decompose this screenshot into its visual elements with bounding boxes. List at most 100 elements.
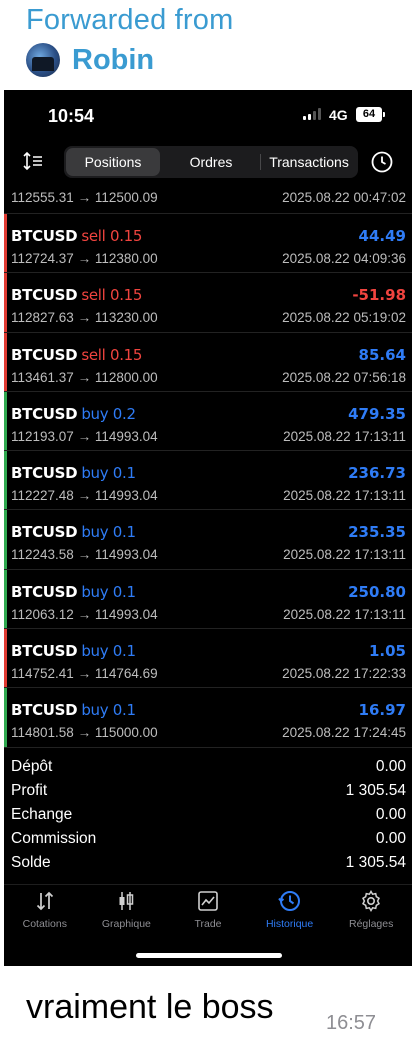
loss-accent-bar bbox=[4, 214, 7, 273]
segmented-control: Positions Ordres Transactions bbox=[64, 146, 358, 178]
trade-time: 2025.08.22 00:47:02 bbox=[282, 190, 406, 205]
home-indicator bbox=[136, 953, 282, 958]
list-item[interactable]: BTCUSD buy 0.1 235.35 112243.58 → 114993.… bbox=[4, 510, 412, 570]
tab-label: Graphique bbox=[101, 918, 151, 930]
bottom-tab-bar: Cotations Graphique Trade Historique Rég… bbox=[4, 884, 412, 940]
screenshot-image[interactable]: 10:54 4G 64 Positions Ordres Transaction… bbox=[4, 90, 412, 966]
avatar[interactable] bbox=[26, 43, 60, 77]
trade-profit: 16.97 bbox=[358, 701, 406, 720]
trade-profit: -51.98 bbox=[352, 286, 406, 305]
trade-profit: 85.64 bbox=[358, 345, 406, 364]
trade-profit: 235.35 bbox=[348, 523, 406, 542]
tab-positions[interactable]: Positions bbox=[66, 148, 160, 176]
trade-time: 2025.08.22 17:22:33 bbox=[282, 666, 406, 682]
list-item[interactable]: BTCUSD buy 0.1 1.05 114752.41 → 114764.69… bbox=[4, 629, 412, 689]
list-item[interactable]: BTCUSD buy 0.2 479.35 112193.07 → 114993.… bbox=[4, 391, 412, 452]
trade-prices: 112555.31 → 112500.09 bbox=[11, 190, 158, 205]
trade-profit: 479.35 bbox=[348, 404, 406, 423]
trade-prices: 114752.41 → 114764.69 bbox=[11, 666, 158, 682]
trade-profit: 250.80 bbox=[348, 582, 406, 601]
trade-symbol: BTCUSD buy 0.2 bbox=[11, 404, 136, 423]
status-bar: 10:54 4G 64 bbox=[4, 90, 412, 140]
trade-symbol: BTCUSD buy 0.1 bbox=[11, 642, 136, 661]
summary-row-echange: Echange 0.00 bbox=[4, 804, 412, 828]
trade-profit: 44.49 bbox=[358, 227, 406, 245]
trade-prices: 112243.58 → 114993.04 bbox=[11, 547, 158, 563]
trade-profit: 1.05 bbox=[368, 642, 406, 661]
summary-row-commission: Commission 0.00 bbox=[4, 828, 412, 852]
list-item[interactable]: BTCUSD buy 0.1 236.73 112227.48 → 114993.… bbox=[4, 451, 412, 511]
list-item[interactable]: BTCUSD buy 0.1 16.97 114801.58 → 115000.0… bbox=[4, 688, 412, 748]
trade-time: 2025.08.22 17:13:11 bbox=[283, 547, 406, 563]
trade-list: 112555.31 → 112500.09 2025.08.22 00:47:0… bbox=[4, 184, 412, 748]
forwarded-label: Forwarded from bbox=[26, 4, 234, 36]
clock-icon[interactable] bbox=[370, 150, 394, 174]
quotes-arrows-icon bbox=[36, 891, 53, 911]
summary-value: 1 305.54 bbox=[345, 854, 406, 871]
trade-symbol: BTCUSD buy 0.1 bbox=[11, 523, 136, 542]
summary-row-profit: Profit 1 305.54 bbox=[4, 780, 412, 804]
summary-label: Solde bbox=[11, 854, 51, 871]
sender-name[interactable]: Robin bbox=[72, 44, 154, 77]
forward-header: Forwarded from Robin bbox=[0, 0, 420, 90]
summary-row-depot: Dépôt 0.00 bbox=[4, 756, 412, 780]
trade-time: 2025.08.22 04:09:36 bbox=[282, 251, 406, 266]
tab-trade[interactable]: Trade bbox=[167, 885, 249, 940]
tab-label: Historique bbox=[265, 918, 314, 930]
gain-accent-bar bbox=[4, 510, 7, 569]
forward-sender[interactable]: Robin bbox=[26, 42, 154, 78]
tab-label: Cotations bbox=[22, 918, 67, 930]
list-item[interactable]: 112555.31 → 112500.09 2025.08.22 00:47:0… bbox=[4, 184, 412, 214]
gain-accent-bar bbox=[4, 451, 7, 510]
tab-reglages[interactable]: Réglages bbox=[330, 885, 412, 940]
summary-label: Commission bbox=[11, 830, 97, 847]
loss-accent-bar bbox=[4, 629, 7, 688]
tab-graphique[interactable]: Graphique bbox=[86, 885, 168, 940]
tab-historique[interactable]: Historique bbox=[249, 885, 331, 940]
tab-cotations[interactable]: Cotations bbox=[4, 885, 86, 940]
trade-prices: 113461.37 → 112800.00 bbox=[11, 369, 158, 385]
trade-prices: 112827.63 → 113230.00 bbox=[11, 310, 158, 326]
trade-symbol: BTCUSD buy 0.1 bbox=[11, 464, 136, 483]
summary-value: 1 305.54 bbox=[345, 782, 406, 799]
summary-value: 0.00 bbox=[375, 806, 406, 823]
summary-value: 0.00 bbox=[375, 758, 406, 775]
history-clock-icon bbox=[277, 891, 300, 911]
loss-accent-bar bbox=[4, 273, 7, 332]
tab-label: Trade bbox=[194, 918, 222, 930]
list-item[interactable]: BTCUSD sell 0.15 85.64 113461.37 → 112800… bbox=[4, 332, 412, 392]
trade-time: 2025.08.22 17:13:11 bbox=[283, 606, 406, 622]
trade-prices: 112193.07 → 114993.04 bbox=[11, 428, 158, 444]
tab-ordres[interactable]: Ordres bbox=[164, 148, 258, 176]
summary-row-solde: Solde 1 305.54 bbox=[4, 852, 412, 876]
trade-time: 2025.08.22 17:24:45 bbox=[282, 725, 406, 741]
battery-icon: 64 bbox=[356, 107, 385, 122]
tab-transactions[interactable]: Transactions bbox=[260, 148, 356, 176]
history-toolbar: Positions Ordres Transactions bbox=[4, 142, 412, 182]
summary-label: Echange bbox=[11, 806, 73, 823]
trade-symbol: BTCUSD buy 0.1 bbox=[11, 582, 136, 601]
gain-accent-bar bbox=[4, 688, 7, 747]
trade-time: 2025.08.22 17:13:11 bbox=[283, 428, 406, 444]
gain-accent-bar bbox=[4, 569, 7, 629]
list-item[interactable]: BTCUSD buy 0.1 250.80 112063.12 → 114993.… bbox=[4, 569, 412, 630]
tab-label: Réglages bbox=[348, 918, 394, 930]
list-item[interactable]: BTCUSD sell 0.15 -51.98 112827.63 → 11323… bbox=[4, 273, 412, 333]
list-item[interactable]: BTCUSD sell 0.15 44.49 112724.37 → 112380… bbox=[4, 214, 412, 274]
loss-accent-bar bbox=[4, 332, 7, 391]
trade-time: 2025.08.22 07:56:18 bbox=[282, 369, 406, 385]
sort-icon[interactable] bbox=[22, 150, 44, 172]
message-text: vraiment le boss bbox=[26, 988, 274, 1026]
trade-prices: 114801.58 → 115000.00 bbox=[11, 725, 158, 741]
gear-icon bbox=[362, 890, 381, 912]
trade-symbol: BTCUSD sell 0.15 bbox=[11, 345, 143, 364]
trade-prices: 112227.48 → 114993.04 bbox=[11, 488, 158, 504]
signal-icon bbox=[303, 108, 321, 120]
trade-symbol: BTCUSD sell 0.15 bbox=[11, 227, 143, 245]
trade-prices: 112724.37 → 112380.00 bbox=[11, 251, 158, 266]
trade-symbol: BTCUSD sell 0.15 bbox=[11, 286, 143, 305]
account-summary: Dépôt 0.00 Profit 1 305.54 Echange 0.00 … bbox=[4, 756, 412, 876]
summary-value: 0.00 bbox=[375, 830, 406, 847]
summary-label: Profit bbox=[11, 782, 48, 799]
status-time: 10:54 bbox=[48, 106, 95, 126]
